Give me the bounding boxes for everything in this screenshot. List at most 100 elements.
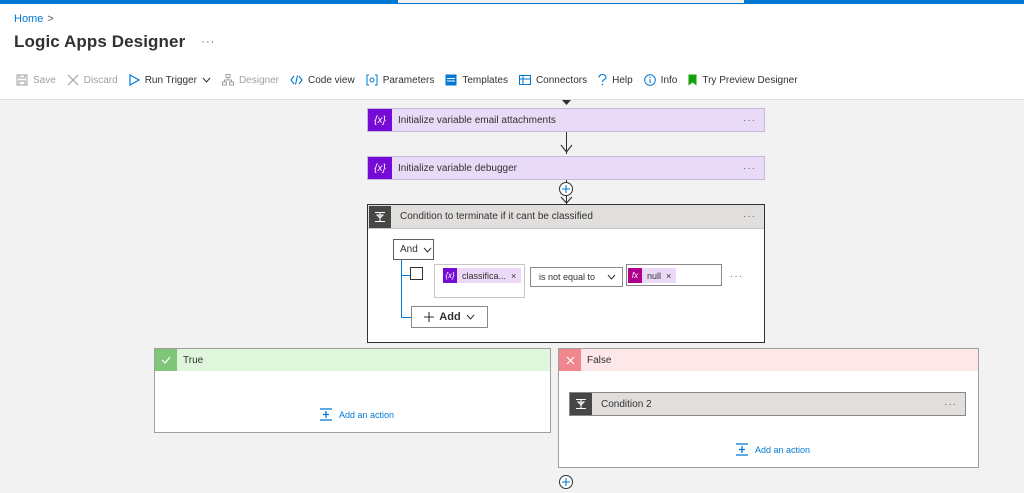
connectors-label: Connectors [535,74,588,86]
add-action-label: Add an action [339,409,395,420]
designer-label: Designer [238,74,279,86]
arrow-down-icon [562,100,571,105]
step-card-email-attachments[interactable]: {x} Initialize variable email attachment… [367,108,765,132]
step-card-debugger[interactable]: {x} Initialize variable debugger ··· [367,156,765,180]
insert-step-button[interactable] [559,182,573,196]
chevron-down-icon [202,77,211,83]
more-icon[interactable]: ··· [743,211,756,222]
token-label: null [647,270,662,281]
right-operand-field[interactable]: fx null × [626,264,722,286]
discard-button[interactable]: Discard [67,74,118,86]
connectors-icon [518,75,531,85]
title-row: Logic Apps Designer ··· [14,32,215,52]
more-icon[interactable]: ··· [201,36,215,48]
variable-icon: {x} [443,268,457,283]
variable-icon: {x} [368,109,392,131]
plus-icon [562,478,570,486]
true-branch-header: True [155,349,550,371]
more-icon[interactable]: ··· [743,115,756,126]
help-label: Help [612,74,633,86]
designer-button[interactable]: Designer [221,74,279,86]
save-label: Save [33,74,56,86]
condition-icon [369,205,391,228]
add-action-button[interactable]: Add an action [319,408,394,421]
code-view-button[interactable]: Code view [290,75,355,86]
chevron-down-icon [466,314,475,320]
row-checkbox[interactable] [410,267,423,280]
insert-step-button[interactable] [559,475,573,489]
parameters-icon [366,74,378,86]
arrow-down-icon [560,144,573,153]
info-button[interactable]: Info [643,74,677,86]
try-preview-designer-button[interactable]: Try Preview Designer [688,74,798,86]
breadcrumb-home[interactable]: Home [14,13,43,25]
operator-dropdown[interactable]: is not equal to [530,267,623,287]
condition-title: Condition to terminate if it cant be cla… [400,211,593,222]
variable-icon: {x} [368,157,392,179]
breadcrumb-separator: > [47,13,54,25]
step-title: Initialize variable debugger [398,162,517,174]
group-operator-dropdown[interactable]: And [393,239,434,260]
parameters-button[interactable]: Parameters [366,74,435,86]
remove-token-icon[interactable]: × [511,271,516,281]
plus-icon [424,312,435,322]
add-label: Add [439,311,461,323]
discard-label: Discard [83,74,118,86]
parameters-label: Parameters [382,74,435,86]
operator-value: is not equal to [539,272,596,282]
global-search-bar[interactable] [398,0,744,3]
templates-icon [445,74,457,86]
tree-line [401,260,402,317]
more-icon[interactable]: ··· [944,399,957,410]
try-preview-label: Try Preview Designer [702,74,798,86]
true-branch-label: True [183,354,204,366]
left-operand-field[interactable]: {x} classifica... × [434,264,525,298]
add-condition-button[interactable]: Add [411,306,488,328]
row-more-icon[interactable]: ··· [730,271,743,282]
expression-icon: fx [628,268,642,283]
run-trigger-label: Run Trigger [144,74,197,86]
dynamic-token-classification[interactable]: {x} classifica... × [443,268,522,283]
play-icon [129,74,140,86]
templates-label: Templates [462,74,508,86]
designer-icon [221,74,234,86]
chevron-down-icon [607,274,616,280]
save-button[interactable]: Save [16,74,56,86]
run-trigger-button[interactable]: Run Trigger [129,74,211,86]
false-branch-header: False [559,349,978,371]
breadcrumb: Home > [14,13,54,25]
info-icon [643,74,656,86]
connectors-button[interactable]: Connectors [518,74,588,86]
bookmark-icon [688,74,697,86]
plus-icon [562,185,570,193]
code-view-label: Code view [307,74,355,86]
add-action-icon [736,443,748,456]
true-branch[interactable]: True Add an action [154,348,551,433]
remove-token-icon[interactable]: × [666,271,671,281]
help-button[interactable]: Help [598,74,633,86]
save-icon [16,74,28,86]
condition-icon [570,393,592,415]
more-icon[interactable]: ··· [743,163,756,174]
checkmark-icon [155,349,177,371]
page-title: Logic Apps Designer [14,32,186,51]
false-branch-label: False [587,354,612,366]
condition-card[interactable]: Condition to terminate if it cant be cla… [367,204,765,343]
help-icon [598,74,607,86]
add-action-icon [320,408,332,421]
token-label: classifica... [462,270,507,281]
condition-2-card[interactable]: Condition 2 ··· [569,392,966,416]
condition-header[interactable]: Condition to terminate if it cant be cla… [368,205,764,229]
condition-2-title: Condition 2 [601,398,652,410]
close-icon [559,349,581,371]
templates-button[interactable]: Templates [445,74,508,86]
step-title: Initialize variable email attachments [398,114,556,126]
code-icon [290,75,303,85]
tree-line [401,317,411,318]
group-operator-value: And [400,244,418,255]
add-action-button[interactable]: Add an action [735,443,810,456]
close-icon [67,74,79,86]
toolbar: Save Discard Run Trigger Designer Code v… [16,72,809,88]
expression-token-null[interactable]: fx null × [628,268,677,283]
chevron-down-icon [423,247,432,253]
